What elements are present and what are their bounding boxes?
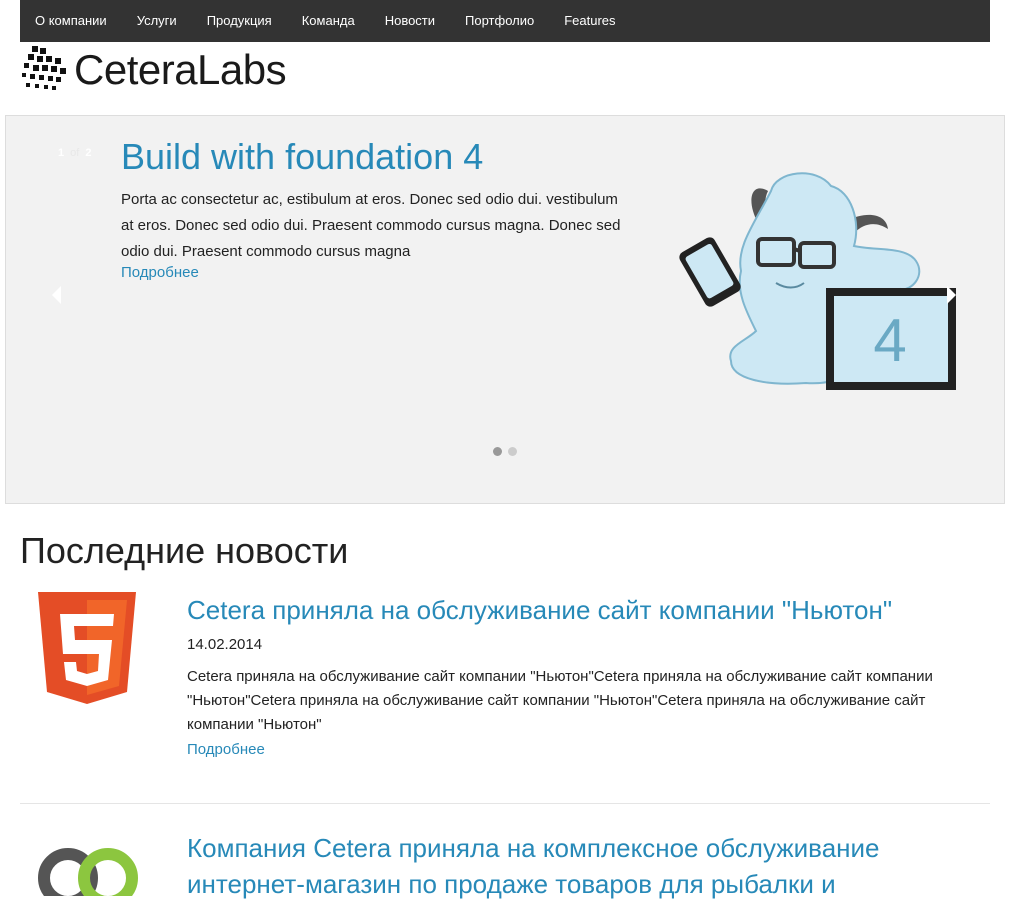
nav-item-features[interactable]: Features [549, 0, 630, 42]
slide-text: Porta ac consectetur ac, estibulum at er… [121, 191, 621, 260]
news-date: 14.02.2014 [187, 636, 263, 653]
slide-counter-total: 2 [85, 147, 92, 159]
news-title-link[interactable]: Cetera приняла на обслуживание сайт комп… [187, 592, 977, 628]
hero-slider: 1 of 2 Build with foundation 4 Porta ac co… [5, 115, 1005, 504]
nav-item-news[interactable]: Новости [370, 0, 450, 42]
news-heading: Последние новости [20, 530, 349, 571]
slider-bullets [493, 447, 517, 456]
slide-counter-current: 1 [58, 147, 65, 159]
slider-bullet-1[interactable] [493, 447, 502, 456]
news-divider [20, 803, 990, 804]
top-navigation: О компании Услуги Продукция Команда Ново… [20, 0, 990, 42]
logo-squares-icon [22, 46, 66, 90]
nav-item-team[interactable]: Команда [287, 0, 370, 42]
tablet-number: 4 [873, 307, 906, 374]
html5-logo-icon [38, 592, 136, 704]
logo-text: CeteraLabs [74, 46, 287, 93]
slide-title: Build with foundation 4 [121, 136, 484, 177]
slider-prev-arrow-icon[interactable] [52, 286, 61, 304]
nav-item-about[interactable]: О компании [20, 0, 122, 42]
news-title-link[interactable]: Компания Cetera приняла на комплексное о… [187, 830, 977, 902]
slide-more-link[interactable]: Подробнее [121, 264, 199, 281]
site-logo[interactable]: CeteraLabs [20, 44, 287, 96]
slide-counter-of: of [70, 147, 80, 159]
nav-item-services[interactable]: Услуги [122, 0, 192, 42]
infinity-logo-icon [38, 848, 138, 896]
news-more-link[interactable]: Подробнее [187, 741, 265, 758]
yeti-mascot-illustration: 4 [679, 172, 956, 390]
slider-bullet-2[interactable] [508, 447, 517, 456]
slide-counter: 1 of 2 [58, 147, 91, 159]
slider-next-arrow-icon[interactable] [947, 286, 956, 304]
news-text: Cetera приняла на обслуживание сайт комп… [187, 668, 933, 733]
nav-item-portfolio[interactable]: Портфолио [450, 0, 549, 42]
nav-item-products[interactable]: Продукция [192, 0, 287, 42]
